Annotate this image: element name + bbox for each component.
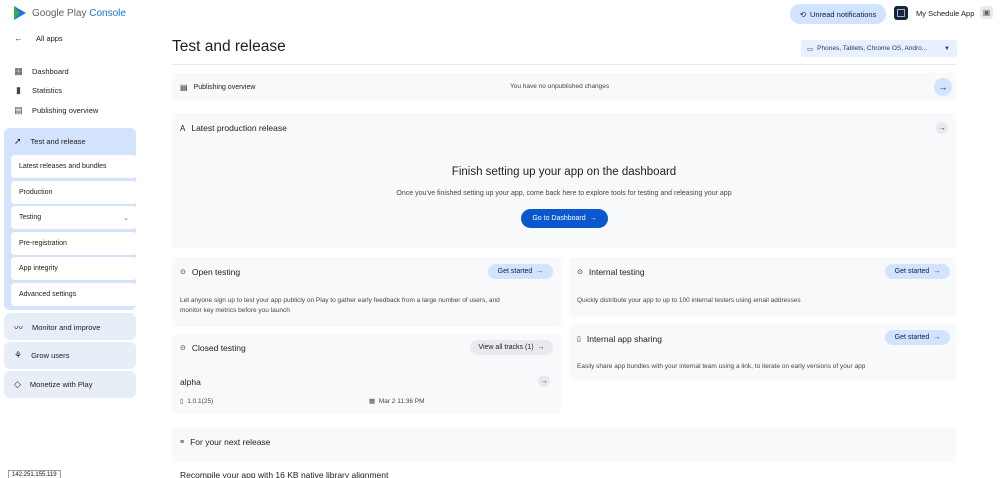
internal-sharing-description: Easily share app bundles with your inter… bbox=[577, 363, 866, 370]
dashboard-icon: ▦ bbox=[14, 65, 23, 76]
unread-notifications-button[interactable]: ⟲ Unread notifications bbox=[790, 4, 886, 24]
sidebar-item-testing[interactable]: Testing ⌄ bbox=[11, 206, 137, 229]
back-arrow-icon: ← bbox=[14, 32, 23, 43]
sidebar-section-test-and-release: ➚ Test and release Latest releases and b… bbox=[4, 128, 137, 310]
next-release-item: Recompile your app with 16 KB native lib… bbox=[180, 470, 389, 478]
account-icon[interactable]: ▣ bbox=[980, 6, 993, 19]
sidebar-item-monitor-and-improve[interactable]: 〰 Monitor and improve bbox=[4, 313, 136, 340]
view-all-tracks-button[interactable]: View all tracks (1) → bbox=[470, 340, 553, 355]
sidebar-item-test-and-release[interactable]: ➚ Test and release bbox=[14, 136, 86, 147]
rocket-icon: ➚ bbox=[14, 136, 22, 146]
tag-icon: ◇ bbox=[14, 379, 21, 389]
internal-testing-get-started-button[interactable]: Get started → bbox=[885, 264, 950, 279]
publishing-overview-card: ▤ Publishing overview You have no unpubl… bbox=[172, 73, 956, 101]
app-icon[interactable] bbox=[894, 6, 908, 20]
internal-sharing-get-started-button[interactable]: Get started → bbox=[885, 330, 950, 345]
sidebar-item-production[interactable]: Production bbox=[11, 181, 137, 204]
publishing-status: You have no unpublished changes bbox=[510, 83, 610, 90]
arrow-right-icon: → bbox=[537, 344, 545, 351]
chevron-down-icon: ⌄ bbox=[123, 214, 129, 222]
arrow-right-icon: → bbox=[589, 215, 597, 222]
latest-production-title: Latest production release bbox=[191, 123, 287, 133]
list-icon: ≡ bbox=[180, 438, 185, 446]
internal-testing-description: Quickly distribute your app to up to 100… bbox=[577, 297, 801, 304]
open-testing-description: Let anyone sign up to test your app publ… bbox=[180, 297, 500, 314]
file-icon: ▯ bbox=[180, 398, 184, 405]
internal-testing-icon: ⊙ bbox=[577, 269, 583, 276]
closed-testing-title: Closed testing bbox=[191, 343, 246, 353]
devices-icon: ▭ bbox=[807, 45, 814, 53]
calendar-icon: ▦ bbox=[369, 398, 376, 405]
sidebar-item-grow-users[interactable]: ⚘ Grow users bbox=[4, 342, 136, 369]
arrow-right-icon: → bbox=[933, 334, 941, 341]
arrow-right-icon: → bbox=[536, 268, 544, 275]
title-divider bbox=[172, 64, 956, 65]
internal-testing-title: Internal testing bbox=[588, 267, 645, 277]
activity-icon: 〰 bbox=[14, 323, 24, 333]
sidebar-item-latest-releases[interactable]: Latest releases and bundles bbox=[11, 155, 137, 178]
track-date: Mar 2 11:36 PM bbox=[378, 398, 425, 405]
production-icon: A bbox=[180, 123, 186, 133]
publish-icon: ▤ bbox=[180, 83, 188, 92]
publish-icon: ▤ bbox=[14, 104, 23, 115]
logo-text: Google Play Console bbox=[32, 7, 126, 19]
closed-testing-icon: ⊙ bbox=[180, 345, 186, 352]
closed-testing-card: ⊙ Closed testing View all tracks (1) → al… bbox=[172, 334, 561, 414]
sidebar-item-statistics[interactable]: ▮ Statistics bbox=[14, 83, 62, 97]
arrow-right-icon: → bbox=[933, 268, 941, 275]
finish-setup-heading: Finish setting up your app on the dashbo… bbox=[451, 166, 677, 178]
publishing-overview-arrow-button[interactable]: → bbox=[934, 78, 952, 96]
track-name[interactable]: alpha bbox=[180, 377, 201, 387]
next-release-item-row[interactable]: Recompile your app with 16 KB native lib… bbox=[172, 462, 956, 478]
track-arrow-button[interactable]: → bbox=[538, 375, 550, 387]
file-icon: ▯ bbox=[577, 336, 581, 343]
go-to-dashboard-button[interactable]: Go to Dashboard → bbox=[521, 209, 608, 228]
sidebar-item-monetize[interactable]: ◇ Monetize with Play bbox=[4, 371, 136, 398]
open-testing-icon: ⊙ bbox=[180, 269, 186, 276]
latest-production-arrow-button[interactable]: → bbox=[936, 122, 948, 134]
sidebar-item-app-integrity[interactable]: App integrity bbox=[11, 257, 137, 280]
open-testing-card: ⊙ Open testing Get started → Let anyone s… bbox=[172, 257, 561, 327]
next-release-title: For your next release bbox=[190, 437, 271, 447]
all-apps-link[interactable]: ← All apps bbox=[14, 31, 63, 45]
play-logo-icon bbox=[14, 6, 26, 20]
sidebar-item-publishing-overview[interactable]: ▤ Publishing overview bbox=[14, 103, 98, 117]
track-version: 1.0.1(25) bbox=[187, 398, 214, 405]
caret-down-icon: ▼ bbox=[944, 45, 950, 52]
sidebar-item-dashboard[interactable]: ▦ Dashboard bbox=[14, 64, 68, 78]
internal-testing-card: ⊙ Internal testing Get started → Quickly … bbox=[569, 257, 956, 317]
sidebar-item-advanced-settings[interactable]: Advanced settings bbox=[11, 283, 137, 306]
device-filter-select[interactable]: ▭ Phones, Tablets, Chrome OS, Andro... ▼ bbox=[801, 40, 957, 57]
grow-icon: ⚘ bbox=[14, 350, 23, 360]
ip-address-badge: 142.251.155.119 bbox=[8, 470, 61, 478]
sidebar-item-pre-registration[interactable]: Pre-registration bbox=[11, 232, 137, 255]
play-console-logo[interactable]: Google Play Console bbox=[14, 6, 126, 20]
top-bar: Google Play Console ⟲ Unread notificatio… bbox=[0, 0, 1000, 28]
bar-chart-icon: ▮ bbox=[16, 84, 21, 95]
open-testing-get-started-button[interactable]: Get started → bbox=[488, 264, 553, 279]
internal-app-sharing-title: Internal app sharing bbox=[586, 334, 662, 344]
notifications-icon: ⟲ bbox=[799, 9, 806, 19]
publishing-overview-title: Publishing overview bbox=[193, 84, 256, 91]
page-title: Test and release bbox=[172, 38, 286, 55]
finish-setup-text: Once you've finished setting up your app… bbox=[396, 190, 732, 197]
open-testing-title: Open testing bbox=[191, 267, 241, 277]
internal-app-sharing-card: ▯ Internal app sharing Get started → Easi… bbox=[569, 324, 956, 380]
app-name[interactable]: My Schedule App bbox=[916, 9, 974, 18]
